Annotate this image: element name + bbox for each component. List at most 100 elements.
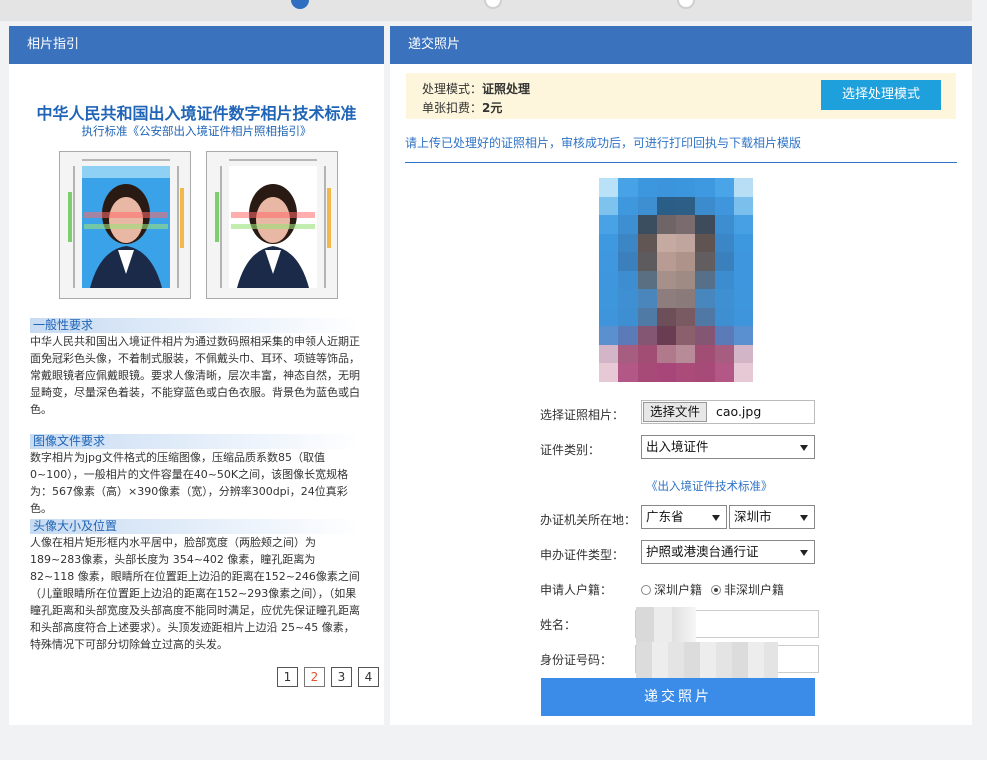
photo-mosaic-cell [637, 215, 657, 234]
photo-mosaic-cell [733, 215, 753, 234]
photo-mosaic-cell [695, 363, 715, 382]
section-file-text: 数字相片为jpg文件格式的压缩图像，压缩品质系数85（取值0~100），一般相片… [30, 451, 349, 515]
photo-mosaic-cell [714, 270, 734, 290]
photo-mosaic-cell [599, 307, 619, 327]
photo-mosaic-cell [599, 363, 619, 382]
photo-guide-panel: 相片指引 中华人民共和国出入境证件数字相片技术标准 执行标准《公安部出入境证件相… [9, 26, 384, 725]
city-select[interactable]: 深圳市 [729, 505, 815, 529]
fee-value: 2元 [482, 101, 503, 115]
section-general-text: 中华人民共和国出入境证件相片为通过数码照相采集的申领人近期正面免冠彩色头像，不着… [30, 335, 360, 416]
photo-mosaic-cell [656, 289, 676, 308]
id-label: 身份证号码： [540, 653, 613, 667]
province-select[interactable]: 广东省 [641, 505, 727, 529]
photo-mosaic-cell [695, 196, 715, 216]
photo-mosaic-cell [599, 289, 619, 308]
sample-photo-white [206, 151, 338, 299]
photo-mosaic-cell [656, 215, 676, 234]
photo-mosaic-cell [676, 326, 696, 345]
photo-mosaic-cell [714, 326, 734, 345]
section-position-heading: 头像大小及位置 [30, 519, 360, 534]
step-3-indicator [677, 0, 695, 9]
photo-mosaic-cell [618, 326, 638, 345]
photo-mosaic-cell [733, 252, 753, 271]
photo-mosaic-cell [637, 252, 657, 271]
photo-mosaic-cell [733, 196, 753, 216]
upload-hint: 请上传已处理好的证照相片，审核成功后，可进行打印回执与下载相片模版 [405, 136, 802, 150]
photo-mosaic-cell [599, 233, 619, 253]
photo-mosaic-cell [618, 344, 638, 364]
photo-mosaic-cell [599, 270, 619, 290]
photo-mosaic-cell [656, 252, 676, 271]
photo-mosaic-cell [599, 215, 619, 234]
photo-mosaic-cell [676, 252, 696, 271]
photo-mosaic-cell [695, 215, 715, 234]
section-general-heading: 一般性要求 [30, 318, 360, 333]
select-mode-button[interactable]: 选择处理模式 [821, 80, 941, 110]
photo-mosaic-cell [695, 326, 715, 345]
photo-mosaic-cell [695, 307, 715, 327]
name-redacted [636, 607, 696, 643]
section-file-heading: 图像文件要求 [30, 434, 360, 449]
photo-mosaic-cell [599, 344, 619, 364]
photo-mosaic-cell [637, 178, 657, 197]
photo-mosaic-cell [733, 233, 753, 253]
photo-mosaic-cell [695, 233, 715, 253]
pagination: 1 2 3 4 [277, 667, 379, 687]
photo-mosaic-cell [618, 307, 638, 327]
standard-link[interactable]: 《出入境证件技术标准》 [646, 478, 773, 494]
photo-mosaic-cell [714, 252, 734, 271]
apply-type-value: 护照或港澳台通行证 [646, 544, 759, 559]
photo-mosaic-cell [637, 307, 657, 327]
page-4-button[interactable]: 4 [358, 667, 379, 687]
photo-label: 选择证照相片： [540, 408, 625, 422]
hukou-shenzhen-radio[interactable] [641, 584, 651, 595]
page-2-button[interactable]: 2 [304, 667, 325, 687]
photo-mosaic-cell [656, 270, 676, 290]
apply-type-select[interactable]: 护照或港澳台通行证 [641, 540, 815, 564]
hukou-shenzhen-label: 深圳户籍 [654, 583, 703, 597]
photo-mosaic-cell [637, 344, 657, 364]
step-progress-bar [0, 0, 972, 21]
page-1-button[interactable]: 1 [277, 667, 298, 687]
photo-mosaic-cell [618, 363, 638, 382]
hukou-non-shenzhen-radio[interactable] [711, 584, 722, 595]
doc-type-label: 证件类别： [540, 443, 601, 457]
photo-mosaic-cell [695, 252, 715, 271]
photo-mosaic-cell [733, 178, 753, 197]
submit-button[interactable]: 递交照片 [541, 678, 815, 716]
photo-mosaic-cell [733, 326, 753, 345]
name-label: 姓名： [540, 618, 577, 632]
page-3-button[interactable]: 3 [331, 667, 352, 687]
photo-mosaic-cell [637, 326, 657, 345]
file-input[interactable]: 选择文件 cao.jpg [641, 400, 815, 424]
photo-guide-title: 相片指引 [9, 26, 384, 64]
file-name: cao.jpg [716, 404, 762, 419]
photo-mosaic-cell [676, 270, 696, 290]
photo-mosaic-cell [676, 307, 696, 327]
photo-mosaic-cell [618, 270, 638, 290]
city-value: 深圳市 [734, 509, 772, 524]
doc-type-select[interactable]: 出入境证件 [641, 435, 815, 459]
name-input[interactable] [635, 607, 819, 643]
submit-photo-panel: 递交照片 处理模式：证照处理 单张扣费：2元 选择处理模式 请上传已处理好的证照… [390, 26, 972, 725]
hukou-label: 申请人户籍： [540, 583, 613, 597]
fee-line: 单张扣费：2元 [422, 99, 502, 116]
photo-mosaic-cell [714, 289, 734, 308]
photo-mosaic-cell [618, 178, 638, 197]
photo-mosaic-cell [733, 363, 753, 382]
id-input[interactable] [635, 642, 819, 678]
photo-mosaic-cell [618, 233, 638, 253]
standard-subtitle: 执行标准《公安部出入境证件相片照相指引》 [81, 124, 312, 138]
photo-mosaic-cell [714, 233, 734, 253]
photo-mosaic-cell [676, 344, 696, 364]
photo-mosaic-cell [695, 270, 715, 290]
photo-mosaic-cell [733, 270, 753, 290]
processing-mode-box: 处理模式：证照处理 单张扣费：2元 选择处理模式 [406, 73, 956, 119]
photo-mosaic-cell [714, 196, 734, 216]
photo-mosaic-cell [618, 252, 638, 271]
hukou-radio-group: 深圳户籍 非深圳户籍 [641, 581, 784, 598]
photo-mosaic-cell [656, 363, 676, 382]
fee-label: 单张扣费： [422, 101, 483, 115]
choose-file-button[interactable]: 选择文件 [643, 402, 708, 422]
photo-mosaic-cell [618, 289, 638, 308]
